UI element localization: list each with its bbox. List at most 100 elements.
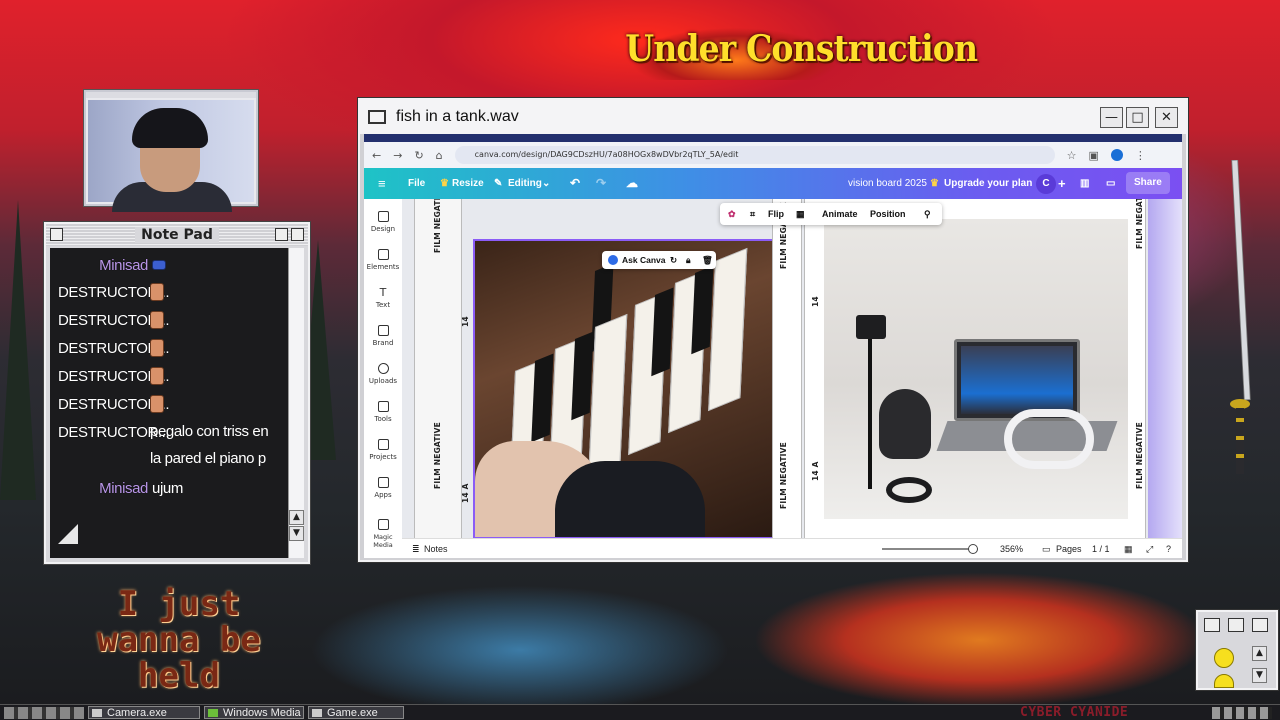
back-icon[interactable]: ←: [372, 149, 381, 162]
flip-button[interactable]: Flip: [768, 203, 784, 225]
undo-icon[interactable]: ↶: [570, 168, 580, 199]
zoom-slider-handle[interactable]: [968, 544, 978, 554]
sidebar-item-uploads[interactable]: Uploads: [364, 363, 402, 385]
editing-mode-dropdown[interactable]: Editing: [508, 168, 542, 199]
sidebar-item-tools[interactable]: Tools: [364, 401, 402, 423]
webcam-titlebar[interactable]: [86, 92, 256, 98]
mini-minimize-button[interactable]: [1204, 618, 1220, 632]
piano-photo[interactable]: [473, 239, 777, 538]
browser-menu-icon[interactable]: ⋮: [1135, 149, 1146, 162]
color-palette-icon[interactable]: ✿: [728, 203, 736, 225]
help-icon[interactable]: ?: [1166, 539, 1171, 558]
tripod-stand: [868, 339, 872, 489]
ask-canva-button[interactable]: Ask Canva: [622, 251, 665, 269]
taskbar-item-camera[interactable]: Camera.exe: [88, 706, 200, 719]
resize-menu[interactable]: Resize: [452, 168, 484, 199]
share-button[interactable]: Share: [1126, 172, 1170, 194]
forward-icon[interactable]: →: [393, 149, 402, 162]
close-button[interactable]: ✕: [1155, 107, 1178, 128]
chat-message: DESTRUCTOR... pegalo con triss en la par…: [58, 418, 290, 474]
scroll-up-arrow-icon[interactable]: ▲: [1252, 646, 1267, 661]
chat-text: ujum: [152, 479, 183, 497]
sidebar-item-brand[interactable]: Brand: [364, 325, 402, 347]
upgrade-plan-button[interactable]: Upgrade your plan: [944, 168, 1032, 199]
brand-logo-text: CYBER CYANIDE: [1020, 705, 1129, 720]
trash-icon[interactable]: 🗑︎: [702, 251, 713, 269]
zoom-level[interactable]: 356%: [1000, 539, 1023, 558]
taskbar: Camera.exe Windows Media Pla Game.exe CY…: [0, 704, 1280, 720]
studio-photo[interactable]: [824, 219, 1128, 519]
sidebar-item-magic-media[interactable]: Magic Media: [364, 519, 402, 549]
reload-icon[interactable]: ↻: [414, 149, 423, 162]
sidebar-item-design[interactable]: Design: [364, 211, 402, 233]
pages-icon[interactable]: ▭: [1042, 539, 1051, 558]
app-icon: [92, 709, 102, 717]
next-page-preview[interactable]: [1148, 199, 1182, 538]
sidebar-item-projects[interactable]: Projects: [364, 439, 402, 461]
profile-icon[interactable]: [1110, 149, 1123, 161]
extensions-icon[interactable]: ▣: [1089, 149, 1099, 162]
cloud-save-icon[interactable]: ☁: [626, 168, 638, 199]
chevron-down-icon[interactable]: ⌄: [542, 168, 550, 199]
hamburger-menu-icon[interactable]: ≡: [378, 168, 386, 199]
notes-icon[interactable]: ≣: [412, 539, 420, 558]
maximize-button[interactable]: □: [1126, 107, 1149, 128]
grid-view-icon[interactable]: ▦: [1124, 539, 1133, 558]
file-menu[interactable]: File: [408, 168, 425, 199]
user-avatar[interactable]: C: [1036, 174, 1056, 194]
add-collaborator-icon[interactable]: +: [1058, 168, 1066, 199]
resize-crown-icon: ♛: [440, 178, 449, 189]
chat-message: DESTRUCTOR...: [58, 306, 290, 334]
taskbar-item-media-player[interactable]: Windows Media Pla: [204, 706, 304, 719]
mini-window[interactable]: ▲ ▼: [1196, 610, 1278, 690]
quick-launch-icons[interactable]: [4, 707, 84, 719]
sidebar-item-text[interactable]: T Text: [364, 287, 402, 309]
bookmark-star-icon[interactable]: ☆: [1067, 149, 1077, 162]
ask-canva-bar[interactable]: Ask Canva ↻ 🔒︎ 🗑︎: [602, 251, 716, 269]
redo-icon[interactable]: ↷: [596, 168, 606, 199]
sidebar-item-elements[interactable]: Elements: [364, 249, 402, 271]
mini-close-button[interactable]: [1252, 618, 1268, 632]
position-button[interactable]: Position: [870, 203, 906, 225]
microphone: [879, 389, 931, 459]
taskbar-item-game[interactable]: Game.exe: [308, 706, 404, 719]
scroll-down-arrow-icon[interactable]: ▼: [1252, 668, 1267, 683]
window-titlebar[interactable]: fish in a tank.wav: [360, 100, 1186, 134]
system-tray-icons[interactable]: [1212, 707, 1272, 719]
notepad-close-box[interactable]: [50, 228, 63, 241]
home-icon[interactable]: ⌂: [436, 149, 443, 162]
emote-icon: [152, 260, 166, 270]
mini-maximize-button[interactable]: [1228, 618, 1244, 632]
webcam-window[interactable]: [84, 90, 258, 212]
crop-icon[interactable]: ⌗: [750, 203, 755, 225]
film-label: FILM NEGATIVE: [433, 422, 442, 489]
analytics-icon[interactable]: ▥: [1080, 168, 1089, 199]
scroll-up-arrow-icon[interactable]: ▲: [289, 510, 304, 525]
taskbar-label: Game.exe: [327, 707, 378, 719]
animate-button[interactable]: Animate: [822, 203, 858, 225]
pages-button[interactable]: Pages: [1056, 539, 1082, 558]
lock-icon[interactable]: 🔒︎: [686, 251, 691, 269]
notepad-titlebar[interactable]: Note Pad: [46, 224, 308, 246]
notepad-zoom-box[interactable]: [275, 228, 288, 241]
film-strip-middle: FILM NEGATIVE FILM NEGATIVE: [772, 199, 802, 538]
scroll-down-arrow-icon[interactable]: ▼: [289, 526, 304, 541]
notepad-collapse-box[interactable]: [291, 228, 304, 241]
design-canvas[interactable]: FILM NEGATIVE FILM NEGATIVE 14 14 A Ask …: [402, 199, 1182, 538]
refresh-icon[interactable]: ↻: [670, 251, 677, 269]
zoom-slider[interactable]: [882, 544, 978, 554]
address-bar[interactable]: canva.com/design/DAG9CDszHU/7a08HOGx8wDV…: [454, 146, 1055, 164]
fullscreen-icon[interactable]: ⤢: [1146, 539, 1153, 558]
resize-corner[interactable]: [58, 524, 78, 544]
browser-tab-strip[interactable]: [364, 134, 1182, 142]
comments-icon[interactable]: ▭: [1106, 168, 1115, 199]
notepad-scrollbar[interactable]: ▲ ▼: [288, 248, 304, 558]
notepad-window[interactable]: Note Pad Minisad DESTRUCTOR... DESTRUCTO…: [44, 222, 310, 564]
sidebar-item-apps[interactable]: Apps: [364, 477, 402, 499]
minimize-button[interactable]: —: [1100, 107, 1123, 128]
paint-format-icon[interactable]: ⚲: [924, 203, 931, 225]
design-title[interactable]: vision board 2025: [848, 168, 927, 199]
browser-window[interactable]: fish in a tank.wav — □ ✕ ← → ↻ ⌂ canva.c…: [358, 98, 1188, 562]
notes-button[interactable]: Notes: [424, 539, 448, 558]
transparency-icon[interactable]: ▦: [796, 203, 805, 225]
